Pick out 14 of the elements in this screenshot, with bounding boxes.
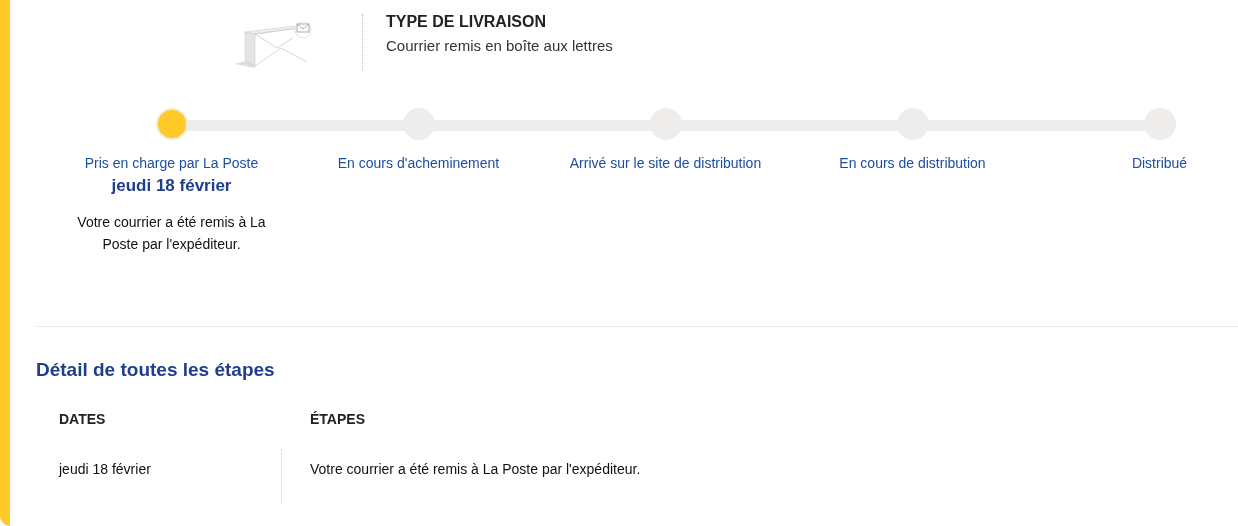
table-cell-text: Votre courrier a été remis à La Poste par l'expéditeur. (309, 460, 642, 479)
step-date: jeudi 18 février (111, 176, 232, 196)
table-cell: jeudi 18 février (59, 449, 282, 503)
step-label: En cours d'acheminement (337, 155, 500, 171)
section-heading: Détail de toutes les étapes (36, 359, 276, 381)
column-header: ÉTAPES (309, 411, 366, 429)
delivery-type-value: Courrier remis en boîte aux lettres (386, 37, 613, 54)
delivery-type-title: TYPE DE LIVRAISON (386, 13, 548, 31)
step-label: Pris en charge par La Poste (84, 155, 259, 171)
step-label: Distribué (1131, 155, 1188, 171)
step-description: Votre courrier a été remis à La Poste par l'expéditeur. (76, 213, 267, 254)
step-label: En cours de distribution (839, 155, 986, 171)
column-header: DATES (59, 411, 107, 429)
step-label: Arrivé sur le site de distribution (569, 155, 762, 171)
